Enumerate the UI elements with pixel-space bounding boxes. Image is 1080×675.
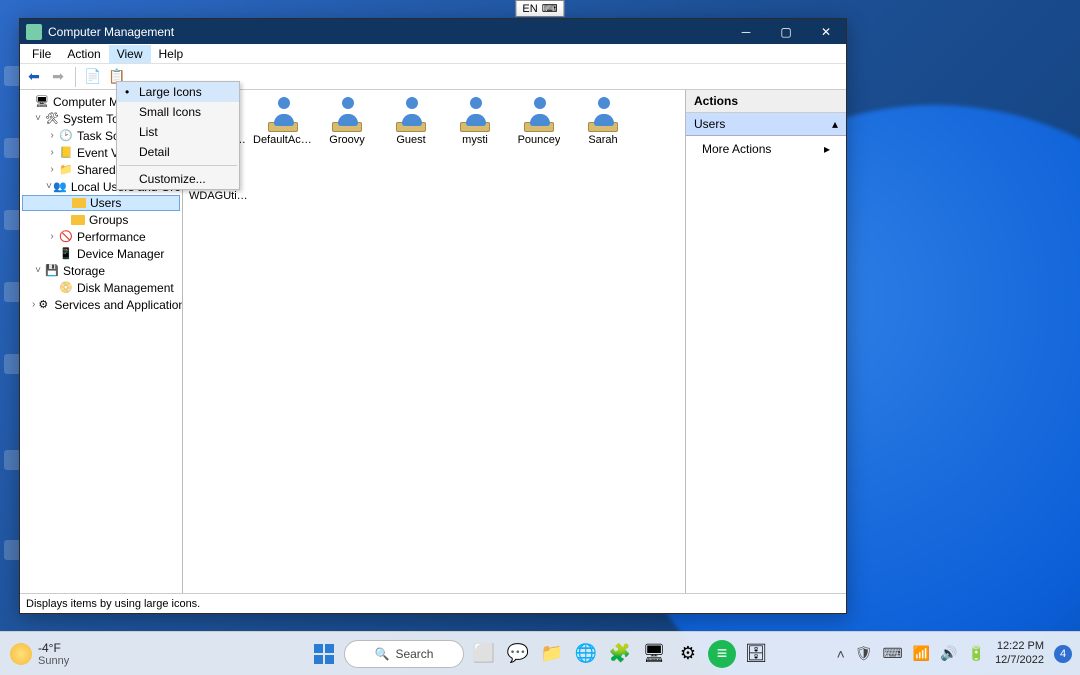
collapse-icon: ▴ <box>832 117 838 131</box>
menu-small-icons[interactable]: Small Icons <box>117 102 239 122</box>
maximize-button[interactable]: ▢ <box>766 19 806 44</box>
store-icon[interactable]: 🧩 <box>606 640 634 668</box>
chevron-right-icon: ▸ <box>824 142 830 156</box>
taskbar-search[interactable]: 🔍 Search <box>344 640 464 668</box>
status-text: Displays items by using large icons. <box>26 598 200 610</box>
volume-icon[interactable]: 🔊 <box>940 645 957 662</box>
start-button[interactable] <box>310 640 338 668</box>
tree-groups[interactable]: Groups <box>89 213 128 227</box>
ime-icon: ⌨ <box>542 2 558 15</box>
computer-management-window: Computer Management ─ ▢ ✕ File Action Vi… <box>19 18 847 614</box>
menu-file[interactable]: File <box>24 45 59 63</box>
toolbar-icon[interactable]: 📄 <box>83 67 103 87</box>
user-item[interactable]: Guest <box>381 94 441 146</box>
menu-list[interactable]: List <box>117 122 239 142</box>
menu-separator <box>119 165 237 166</box>
close-button[interactable]: ✕ <box>806 19 846 44</box>
app-icon[interactable]: 🖥 <box>640 640 668 668</box>
system-tray[interactable]: ˄ 🛡 ⌨ 📶 🔊 🔋 12:22 PM 12/7/2022 4 <box>837 640 1072 666</box>
menu-action[interactable]: Action <box>59 45 108 63</box>
status-bar: Displays items by using large icons. <box>20 593 846 613</box>
tree-performance[interactable]: Performance <box>77 230 146 244</box>
actions-header: Actions <box>686 90 846 113</box>
tree-disk-management[interactable]: Disk Management <box>77 281 174 295</box>
file-explorer-icon[interactable]: 📁 <box>538 640 566 668</box>
spotify-icon[interactable]: ≡ <box>708 640 736 668</box>
menu-large-icons[interactable]: Large Icons <box>117 82 239 102</box>
app-icon <box>26 24 42 40</box>
tree-storage[interactable]: Storage <box>63 264 105 278</box>
menu-view[interactable]: View <box>109 45 151 63</box>
menubar: File Action View Help <box>20 44 846 64</box>
menu-detail[interactable]: Detail <box>117 142 239 162</box>
menu-help[interactable]: Help <box>151 45 192 63</box>
battery-icon[interactable]: 🔋 <box>968 645 985 662</box>
more-actions[interactable]: More Actions ▸ <box>686 136 846 162</box>
wifi-icon[interactable]: 📶 <box>913 645 930 662</box>
users-pane[interactable]: Administrator DefaultAcc... Groovy Guest… <box>183 90 686 593</box>
user-item[interactable]: Sarah <box>573 94 633 146</box>
language-indicator[interactable]: EN ⌨ <box>515 0 564 17</box>
taskbar-center: 🔍 Search ⬜ 💬 📁 🌐 🧩 🖥 ⚙ ≡ 🗄 <box>310 640 770 668</box>
weather-widget[interactable]: -4°F Sunny <box>0 641 69 667</box>
tree-device-manager[interactable]: Device Manager <box>77 247 164 261</box>
forward-button[interactable]: ➡ <box>48 67 68 87</box>
taskbar-clock[interactable]: 12:22 PM 12/7/2022 <box>995 640 1044 666</box>
notification-badge[interactable]: 4 <box>1054 645 1072 663</box>
window-title: Computer Management <box>48 25 174 39</box>
taskbar[interactable]: -4°F Sunny 🔍 Search ⬜ 💬 📁 🌐 🧩 🖥 ⚙ ≡ 🗄 ˄ <box>0 631 1080 675</box>
tray-chevron-icon[interactable]: ˄ <box>837 646 845 662</box>
menu-customize[interactable]: Customize... <box>117 169 239 189</box>
search-icon: 🔍 <box>375 647 390 661</box>
actions-pane: Actions Users ▴ More Actions ▸ <box>686 90 846 593</box>
view-menu-dropdown: Large Icons Small Icons List Detail Cust… <box>116 81 240 190</box>
titlebar[interactable]: Computer Management ─ ▢ ✕ <box>20 19 846 44</box>
security-icon[interactable]: 🛡 <box>855 645 873 662</box>
chat-icon[interactable]: 💬 <box>504 640 532 668</box>
user-item[interactable]: DefaultAcc... <box>253 94 313 146</box>
actions-section[interactable]: Users ▴ <box>686 113 846 136</box>
weather-temp: -4°F <box>38 641 69 655</box>
tree-users[interactable]: Users <box>90 196 121 210</box>
task-view-button[interactable]: ⬜ <box>470 640 498 668</box>
compmgmt-taskbar-icon[interactable]: 🗄 <box>742 640 770 668</box>
user-item[interactable]: Pouncey <box>509 94 569 146</box>
edge-icon[interactable]: 🌐 <box>572 640 600 668</box>
settings-icon[interactable]: ⚙ <box>674 640 702 668</box>
back-button[interactable]: ⬅ <box>24 67 44 87</box>
user-item[interactable]: Groovy <box>317 94 377 146</box>
tree-services[interactable]: Services and Applications <box>54 298 183 312</box>
minimize-button[interactable]: ─ <box>726 19 766 44</box>
weather-cond: Sunny <box>38 655 69 667</box>
user-item[interactable]: mysti <box>445 94 505 146</box>
sun-icon <box>10 643 32 665</box>
keyboard-icon[interactable]: ⌨ <box>883 645 903 662</box>
language-label: EN <box>522 3 537 15</box>
